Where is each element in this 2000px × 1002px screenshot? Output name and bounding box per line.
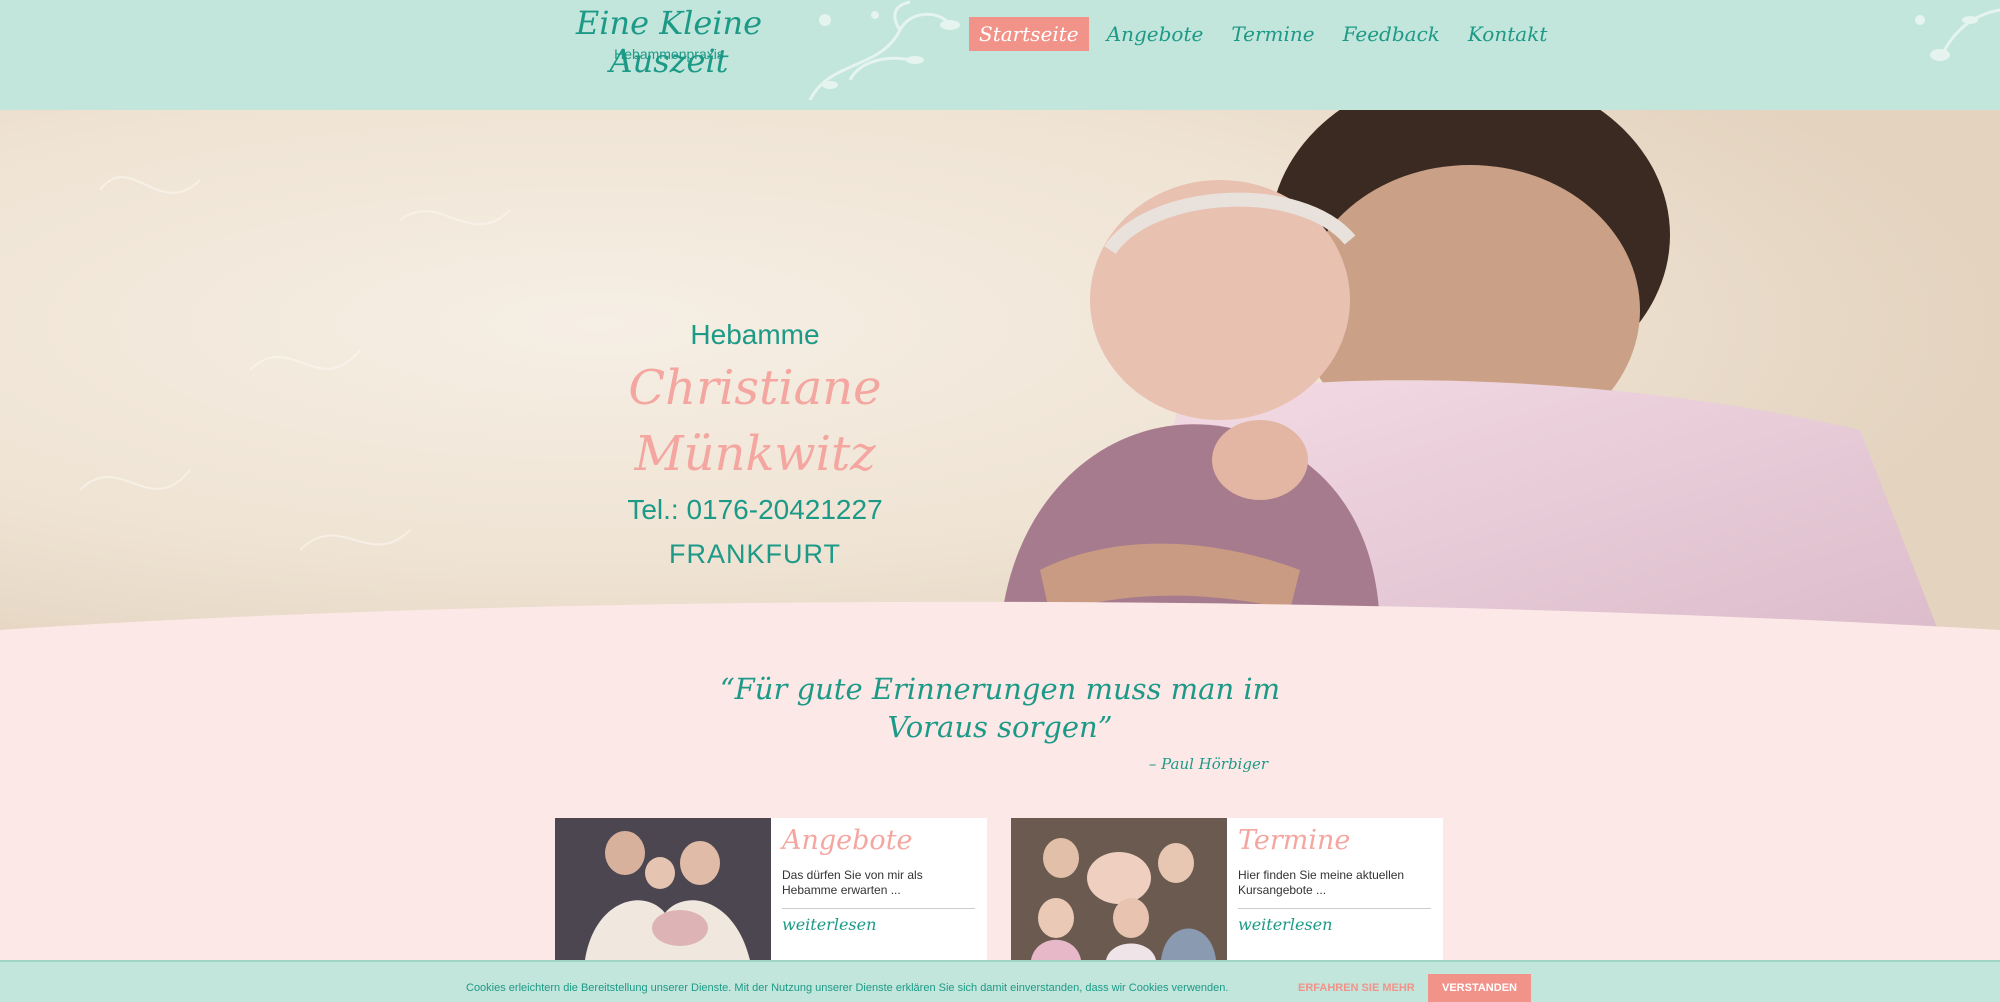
hero-banner: Hebamme Christiane Münkwitz Tel.: 0176-2… — [0, 70, 2000, 635]
card-angebote[interactable]: Angebote Das dürfen Sie von mir als Heba… — [555, 818, 987, 960]
hero-name: Christiane Münkwitz — [628, 360, 882, 482]
site-header: Eine Kleine Auszeit Hebammenpraxis Start… — [0, 0, 2000, 110]
card-title[interactable]: Angebote — [782, 824, 975, 858]
nav-item-startseite[interactable]: Startseite — [969, 17, 1089, 51]
card-body: Angebote Das dürfen Sie von mir als Heba… — [782, 824, 975, 934]
card-body: Termine Hier finden Sie meine aktuellen … — [1238, 824, 1431, 934]
card-text: Hier finden Sie meine aktuellen Kursange… — [1238, 868, 1405, 897]
cookie-banner: Cookies erleichtern die Bereitstellung u… — [0, 960, 2000, 1002]
site-logo-title[interactable]: Eine Kleine Auszeit — [554, 4, 784, 80]
nav-item-feedback[interactable]: Feedback — [1333, 17, 1450, 51]
main-nav: Startseite Angebote Termine Feedback Kon… — [969, 17, 1565, 51]
card-read-more-link[interactable]: weiterlesen — [1238, 915, 1431, 934]
card-photo — [1011, 818, 1227, 960]
nav-item-termine[interactable]: Termine — [1221, 17, 1324, 51]
card-read-more-link[interactable]: weiterlesen — [782, 915, 975, 934]
site-logo-subtitle: Hebammenpraxis — [614, 46, 724, 62]
card-divider — [1238, 908, 1431, 909]
floral-ornament-icon — [808, 0, 960, 100]
hero-city: FRANKFURT — [668, 539, 841, 569]
hero-phone[interactable]: Tel.: 0176-20421227 — [520, 487, 990, 533]
hero-wave-edges — [0, 70, 2000, 635]
card-text: Das dürfen Sie von mir als Hebamme erwar… — [782, 868, 923, 897]
card-title[interactable]: Termine — [1238, 824, 1431, 858]
hero-text-block: Hebamme Christiane Münkwitz Tel.: 0176-2… — [520, 315, 990, 575]
quote-text: “Für gute Erinnerungen muss man im Vorau… — [719, 672, 1281, 744]
floral-ornament-icon — [1915, 8, 2000, 61]
card-divider — [782, 908, 975, 909]
card-termine[interactable]: Termine Hier finden Sie meine aktuellen … — [1011, 818, 1443, 960]
cookie-notice-text: Cookies erleichtern die Bereitstellung u… — [466, 982, 1229, 994]
nav-item-angebote[interactable]: Angebote — [1097, 17, 1214, 51]
hero-profession: Hebamme — [690, 319, 820, 350]
quote-author: – Paul Hörbiger — [1148, 755, 1268, 773]
cookie-accept-button[interactable]: VERSTANDEN — [1428, 974, 1531, 1002]
cookie-learn-more-link[interactable]: ERFAHREN SIE MEHR — [1298, 982, 1415, 994]
nav-item-kontakt[interactable]: Kontakt — [1458, 17, 1557, 51]
card-photo — [555, 818, 771, 960]
